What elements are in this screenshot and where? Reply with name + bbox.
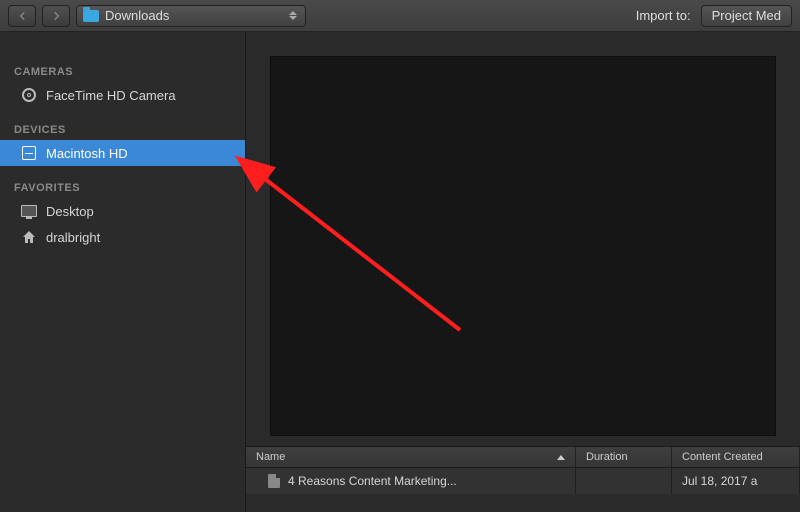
table-header: Name Duration Content Created [246,446,800,468]
camera-icon [20,86,38,104]
column-duration[interactable]: Duration [576,447,672,467]
sidebar-item-label: Macintosh HD [46,146,128,161]
dropdown-stepper-icon [287,11,299,20]
sidebar: CAMERAS FaceTime HD Camera DEVICES Macin… [0,32,246,512]
column-name[interactable]: Name [246,447,576,467]
sidebar-item-label: FaceTime HD Camera [46,88,176,103]
document-icon [268,474,280,488]
file-name: 4 Reasons Content Marketing... [288,474,457,488]
sidebar-item-desktop[interactable]: Desktop [0,198,245,224]
import-destination-button[interactable]: Project Med [701,5,792,27]
column-name-label: Name [256,451,285,463]
table-row[interactable]: 4 Reasons Content Marketing... Jul 18, 2… [246,468,800,494]
nav-back-button[interactable] [8,5,36,27]
sidebar-item-facetime-camera[interactable]: FaceTime HD Camera [0,82,245,108]
sidebar-item-label: Desktop [46,204,94,219]
folder-icon [83,10,99,22]
column-created-label: Content Created [682,451,763,463]
import-destination-label: Project Med [712,8,781,23]
file-table: Name Duration Content Created 4 Reasons … [246,446,800,512]
preview-pane [270,56,776,436]
content-area: Name Duration Content Created 4 Reasons … [246,32,800,512]
import-to-label: Import to: [636,8,691,23]
sidebar-item-macintosh-hd[interactable]: Macintosh HD [0,140,245,166]
sidebar-section-favorites: FAVORITES [0,176,245,198]
path-label: Downloads [105,8,169,23]
home-icon [20,228,38,246]
column-duration-label: Duration [586,451,628,463]
sidebar-item-home[interactable]: dralbright [0,224,245,250]
nav-forward-button[interactable] [42,5,70,27]
desktop-icon [20,202,38,220]
sidebar-section-cameras: CAMERAS [0,60,245,82]
toolbar: Downloads Import to: Project Med [0,0,800,32]
chevron-left-icon [18,11,27,21]
chevron-right-icon [52,11,61,21]
sidebar-item-label: dralbright [46,230,100,245]
sort-ascending-icon [557,455,565,460]
sidebar-section-devices: DEVICES [0,118,245,140]
file-created: Jul 18, 2017 a [682,474,757,488]
disk-icon [20,144,38,162]
path-dropdown[interactable]: Downloads [76,5,306,27]
column-content-created[interactable]: Content Created [672,447,800,467]
